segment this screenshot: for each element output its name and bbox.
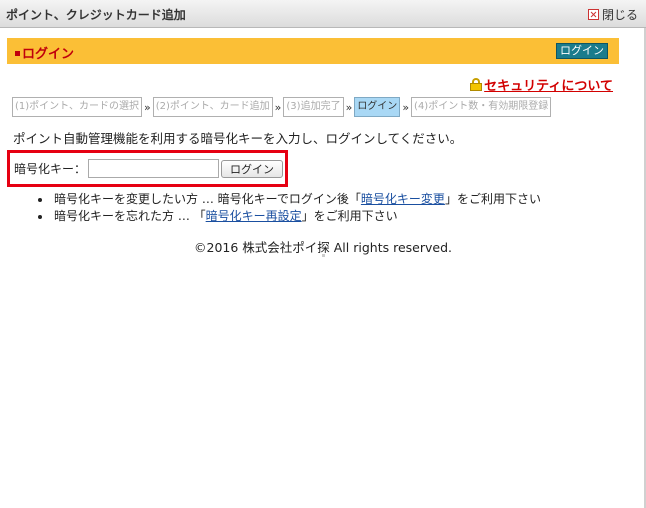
reset-key-link[interactable]: 暗号化キー再設定 [206, 209, 302, 223]
list-item: 暗号化キーを忘れた方 … 「暗号化キー再設定」をご利用下さい [38, 208, 541, 225]
close-icon[interactable] [587, 9, 599, 20]
security-link-wrap[interactable]: セキュリティについて [470, 75, 613, 94]
step-4: (4)ポイント数・有効期限登録 [411, 97, 552, 117]
lock-icon [470, 78, 483, 91]
help-notes: 暗号化キーを変更したい方 … 暗号化キーでログイン後「暗号化キー変更」をご利用下… [38, 191, 541, 225]
step-login-current: ログイン [354, 97, 401, 117]
list-item: 暗号化キーを変更したい方 … 暗号化キーでログイン後「暗号化キー変更」をご利用下… [38, 191, 541, 208]
step-progress: (1)ポイント、カードの選択 » (2)ポイント、カード追加 » (3)追加完了… [12, 97, 552, 117]
login-form: 暗号化キー： ログイン [7, 150, 288, 187]
step-2: (2)ポイント、カード追加 [152, 97, 273, 117]
close-label[interactable]: 閉じる [602, 6, 638, 23]
step-3: (3)追加完了 [283, 97, 344, 117]
step-arrow: » [345, 100, 353, 114]
window-titlebar: ポイント、クレジットカード追加 閉じる [0, 0, 646, 28]
change-key-link[interactable]: 暗号化キー変更 [361, 192, 445, 206]
security-link[interactable]: セキュリティについて [484, 75, 613, 94]
window-title: ポイント、クレジットカード追加 [6, 8, 186, 22]
step-arrow: » [143, 100, 151, 114]
encryption-key-label: 暗号化キー： [14, 162, 87, 176]
login-button[interactable]: ログイン [221, 159, 284, 178]
close-button[interactable]: 閉じる [587, 6, 638, 23]
step-arrow: » [402, 100, 410, 114]
instruction-text: ポイント自動管理機能を利用する暗号化キーを入力し、ログインしてください。 [13, 131, 463, 146]
bullet-square-icon [15, 51, 20, 56]
section-title: ログイン [15, 43, 74, 62]
step-1: (1)ポイント、カードの選択 [12, 97, 142, 117]
header-login-button[interactable]: ログイン [556, 43, 608, 59]
step-arrow: » [274, 100, 282, 114]
decorative-mark [322, 254, 325, 257]
section-header: ログイン ログイン [7, 38, 619, 64]
encryption-key-input[interactable] [88, 159, 220, 178]
